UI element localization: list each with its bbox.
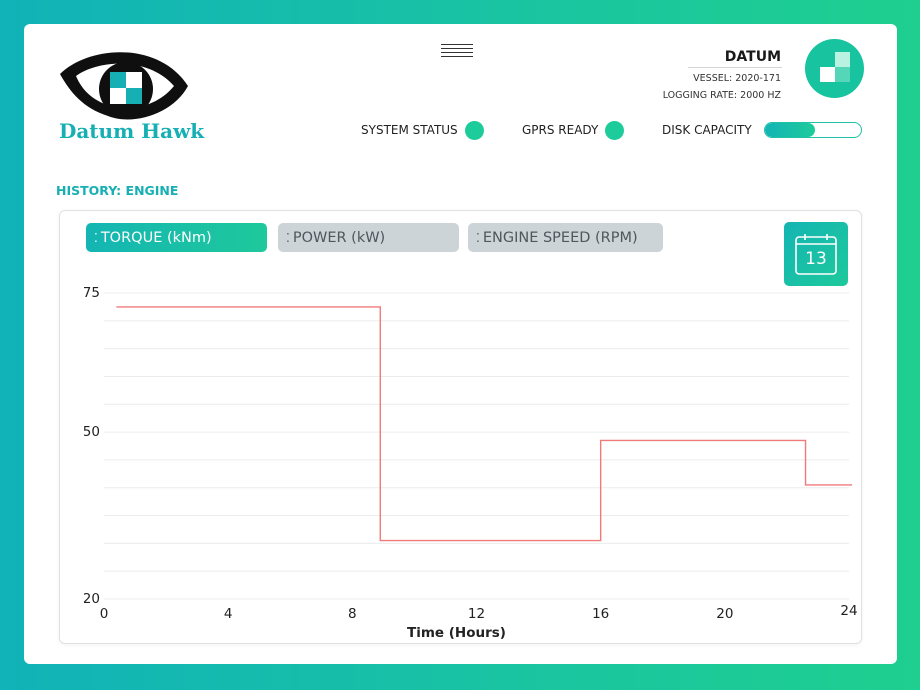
x-tick-label: 24 bbox=[840, 603, 857, 619]
grip-icon: ⁚ bbox=[476, 230, 480, 245]
menu-icon[interactable] bbox=[441, 44, 473, 66]
logo-text: Datum Hawk bbox=[59, 119, 205, 143]
grip-icon: ⁚ bbox=[286, 230, 290, 245]
x-tick-label: 20 bbox=[716, 606, 733, 622]
logging-rate: LOGGING RATE: 2000 HZ bbox=[662, 90, 781, 101]
tab-power[interactable]: ⁚ POWER (kW) bbox=[278, 223, 459, 252]
torque-series-line bbox=[116, 306, 853, 542]
device-name: DATUM bbox=[724, 49, 781, 65]
x-tick-label: 12 bbox=[468, 606, 485, 622]
x-tick-label: 16 bbox=[592, 606, 609, 622]
brand-badge-icon bbox=[805, 39, 864, 98]
chart-panel: ⁚ TORQUE (kNm) ⁚ POWER (kW) ⁚ ENGINE SPE… bbox=[59, 210, 862, 644]
tab-label: ENGINE SPEED (RPM) bbox=[482, 229, 638, 246]
disk-capacity-label: DISK CAPACITY bbox=[662, 123, 752, 137]
x-axis-label: Time (Hours) bbox=[407, 625, 506, 641]
torque-chart: 275 250 2200 4 8 12 16 20 24 Time (Hours) bbox=[84, 285, 858, 641]
y-tick-label: 275 bbox=[84, 285, 100, 301]
vessel-id: VESSEL: 2020-171 bbox=[693, 73, 781, 84]
gprs-status-label: GPRS READY bbox=[522, 123, 599, 137]
section-title: HISTORY: ENGINE bbox=[56, 183, 179, 198]
disk-capacity-fill bbox=[764, 123, 815, 137]
system-status-indicator bbox=[464, 120, 484, 140]
system-status-label: SYSTEM STATUS bbox=[361, 123, 458, 137]
y-tick-label: 220 bbox=[84, 591, 100, 607]
calendar-day: 13 bbox=[805, 249, 827, 269]
x-tick-label: 8 bbox=[348, 606, 357, 622]
system-status: SYSTEM STATUS bbox=[361, 120, 484, 140]
main-card: Datum Hawk DATUM VESSEL: 2020-171 LOGGIN… bbox=[24, 24, 897, 664]
tab-torque[interactable]: ⁚ TORQUE (kNm) bbox=[86, 223, 267, 252]
gprs-status: GPRS READY bbox=[522, 120, 625, 140]
gprs-status-indicator bbox=[605, 120, 625, 140]
x-tick-label: 0 bbox=[100, 606, 109, 622]
tab-engine-speed[interactable]: ⁚ ENGINE SPEED (RPM) bbox=[468, 223, 663, 252]
tab-label: POWER (kW) bbox=[292, 229, 386, 246]
grip-icon: ⁚ bbox=[94, 230, 98, 245]
device-divider bbox=[688, 67, 782, 68]
disk-status: DISK CAPACITY bbox=[662, 120, 862, 140]
tab-label: TORQUE (kNm) bbox=[100, 229, 212, 246]
x-tick-label: 4 bbox=[224, 606, 233, 622]
disk-capacity-bar bbox=[763, 122, 862, 138]
y-tick-label: 250 bbox=[84, 424, 100, 440]
